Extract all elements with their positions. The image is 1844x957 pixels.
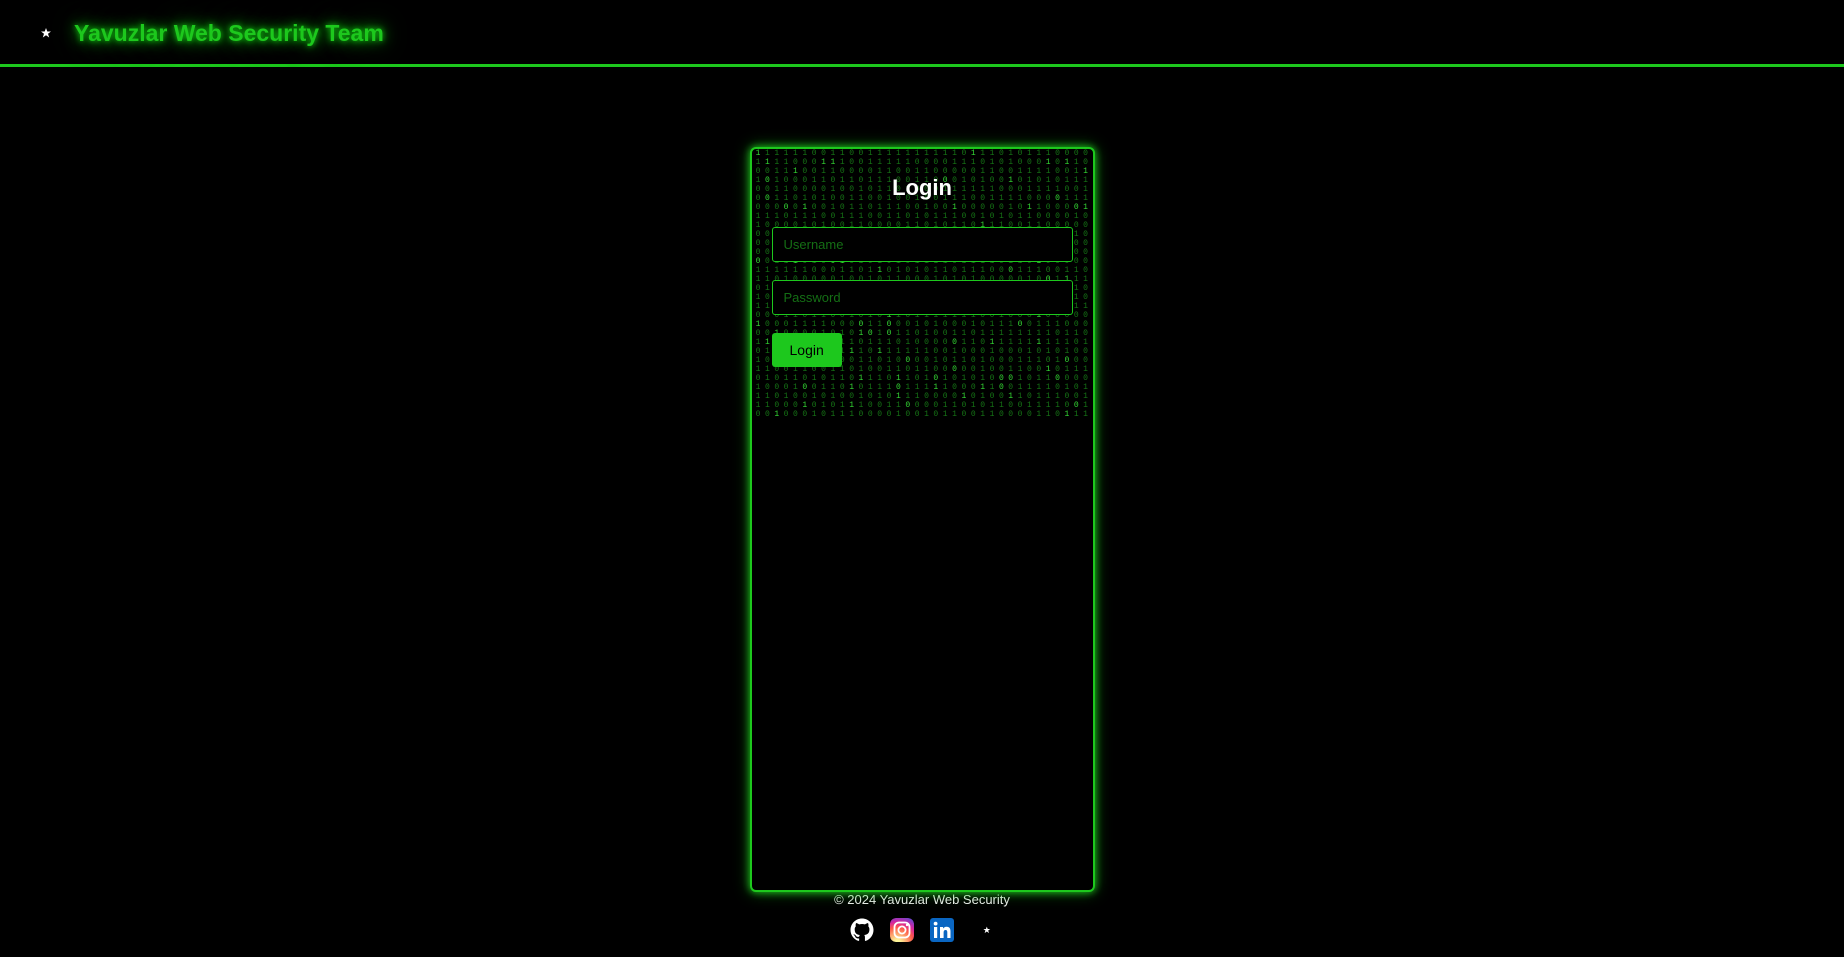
- github-icon[interactable]: [849, 917, 875, 943]
- header: Yavuzlar Web Security Team: [0, 0, 1844, 67]
- footer-copyright: © 2024 Yavuzlar Web Security: [0, 892, 1844, 907]
- login-card: 1 1 0 1 0 0 0 1 1 0 0 0 0 1 1 0 1 1 0 1 …: [750, 147, 1095, 892]
- password-input[interactable]: [772, 280, 1073, 315]
- username-input[interactable]: [772, 227, 1073, 262]
- footer: © 2024 Yavuzlar Web Security: [0, 892, 1844, 957]
- login-title: Login: [772, 175, 1073, 201]
- moon-star-icon[interactable]: [969, 917, 995, 943]
- footer-icons: [0, 917, 1844, 943]
- linkedin-icon[interactable]: [929, 917, 955, 943]
- moon-star-icon: [22, 16, 56, 50]
- page-title: Yavuzlar Web Security Team: [74, 20, 384, 47]
- main: 1 1 0 1 0 0 0 1 1 0 0 0 0 1 1 0 1 1 0 1 …: [0, 67, 1844, 892]
- login-button[interactable]: Login: [772, 333, 842, 367]
- instagram-icon[interactable]: [889, 917, 915, 943]
